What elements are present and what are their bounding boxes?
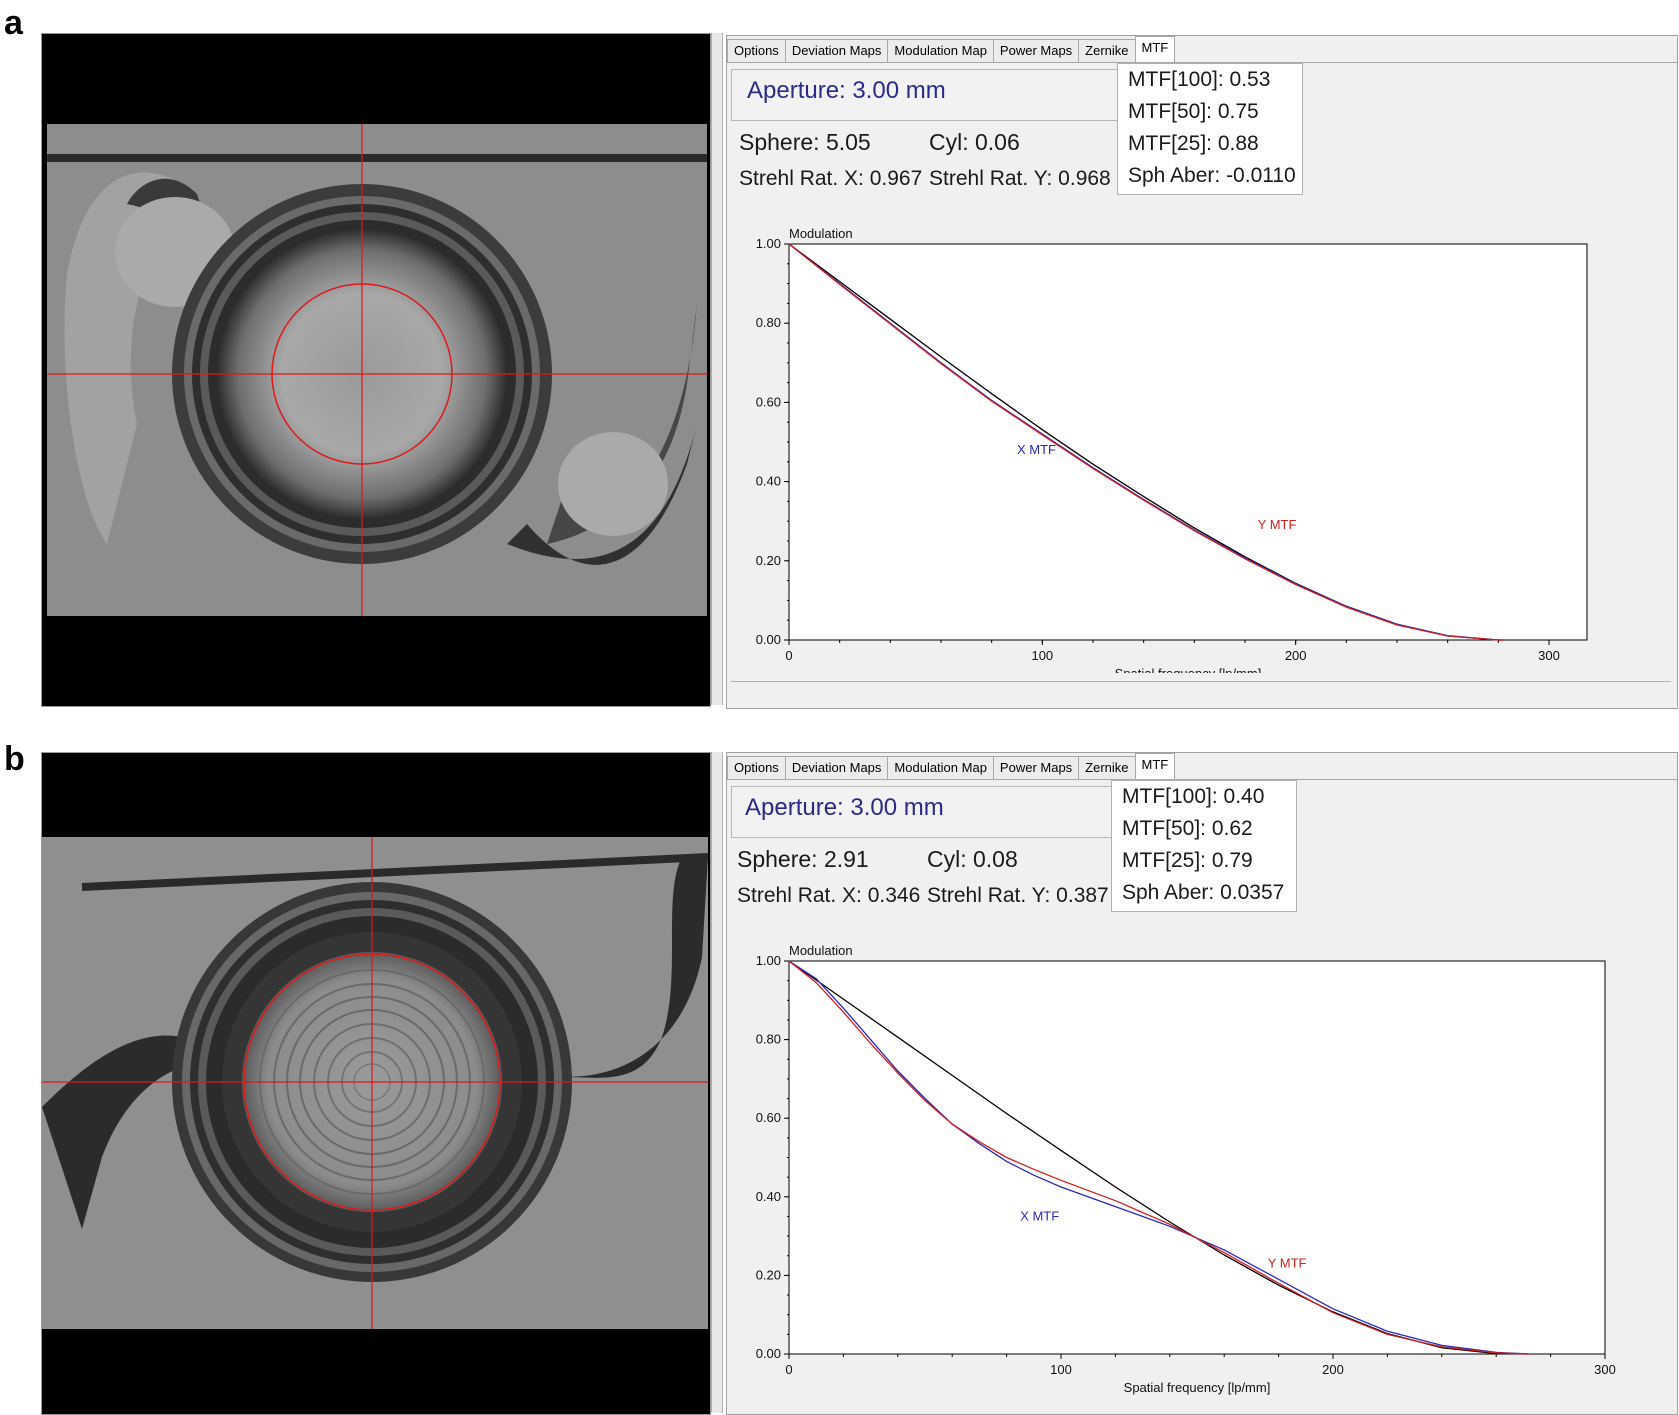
status-strip-a <box>731 681 1671 708</box>
plot-area <box>788 960 1606 1355</box>
tab-modulation-map[interactable]: Modulation Map <box>887 756 994 779</box>
mtf-chart-a: 0.00 0.20 0.40 0.60 0.80 1.00 0 100 200 300 Modula… <box>727 203 1675 673</box>
x-tick-label: 100 <box>1050 1362 1072 1377</box>
lens-image-b <box>42 837 708 1329</box>
y-axis-label: Modulation <box>789 226 853 241</box>
y-tick-label: 0.00 <box>756 1346 781 1361</box>
tab-options[interactable]: Options <box>727 756 786 779</box>
mtf50-value: MTF[50]: 0.75 <box>1128 100 1259 123</box>
lens-photo-a <box>47 124 707 616</box>
tab-options[interactable]: Options <box>727 39 786 62</box>
y-axis-label: Modulation <box>789 943 853 958</box>
tab-power-maps[interactable]: Power Maps <box>992 39 1080 62</box>
y-tick-label: 0.80 <box>756 315 781 330</box>
y-tick-label: 0.40 <box>756 474 781 489</box>
tab-zernike[interactable]: Zernike <box>1078 39 1136 62</box>
mtf100-value: MTF[100]: 0.40 <box>1122 785 1265 808</box>
x-tick-label: 0 <box>785 648 792 663</box>
y-tick-label: 0.60 <box>756 1110 781 1125</box>
series-label-y-mtf: Y MTF <box>1268 1256 1307 1271</box>
mtf-tab-content-b: Aperture: 3.00 mm Sphere: 2.91 Cyl: 0.08… <box>727 779 1677 1414</box>
y-tick-label: 1.00 <box>756 236 781 251</box>
mtf100-value: MTF[100]: 0.53 <box>1128 68 1271 91</box>
aperture-value: Aperture: 3.00 mm <box>745 794 944 821</box>
x-tick-label: 0 <box>785 1362 792 1377</box>
series-label-x-mtf: X MTF <box>1020 1208 1059 1223</box>
strehl-x-value: Strehl Rat. X: 0.967 <box>739 167 923 190</box>
series-label-y-mtf: Y MTF <box>1258 517 1297 532</box>
x-tick-label: 200 <box>1322 1362 1344 1377</box>
mtf-summary-box: MTF[100]: 0.53 MTF[50]: 0.75 MTF[25]: 0.… <box>1117 63 1303 195</box>
x-axis-label: Spatial frequency [lp/mm] <box>1115 666 1262 673</box>
lens-photo-b <box>42 837 708 1329</box>
mtf50-value: MTF[50]: 0.62 <box>1122 817 1253 840</box>
panel-label-b: b <box>4 740 25 778</box>
tab-deviation-maps[interactable]: Deviation Maps <box>784 756 889 779</box>
panel-label-a: a <box>4 4 23 42</box>
sphere-value: Sphere: 2.91 <box>737 846 869 872</box>
x-tick-label: 100 <box>1031 648 1053 663</box>
y-tick-label: 1.00 <box>756 953 781 968</box>
mtf-chart-b: 0.00 0.20 0.40 0.60 0.80 1.00 0 100 200 300 Modula… <box>727 920 1675 1410</box>
y-tick-label: 0.60 <box>756 394 781 409</box>
tab-zernike[interactable]: Zernike <box>1078 756 1136 779</box>
camera-view-a <box>41 33 711 707</box>
mtf25-value: MTF[25]: 0.79 <box>1122 849 1253 872</box>
mtf25-value: MTF[25]: 0.88 <box>1128 132 1259 155</box>
y-tick-label: 0.80 <box>756 1032 781 1047</box>
tab-mtf[interactable]: MTF <box>1134 36 1176 63</box>
strehl-y-value: Strehl Rat. Y: 0.387 <box>927 884 1109 907</box>
analysis-window-b: Options Deviation Maps Modulation Map Po… <box>726 752 1678 1415</box>
mtf-chart-svg-b: 0.00 0.20 0.40 0.60 0.80 1.00 0 100 200 300 Modula… <box>756 943 1616 1395</box>
analysis-window-a: Options Deviation Maps Modulation Map Po… <box>726 35 1678 709</box>
series-label-x-mtf: X MTF <box>1017 442 1056 457</box>
mtf-chart-svg-a: 0.00 0.20 0.40 0.60 0.80 1.00 0 100 200 300 Modula… <box>756 226 1588 673</box>
tab-bar-a: Options Deviation Maps Modulation Map Po… <box>727 36 1176 63</box>
x-tick-label: 300 <box>1594 1362 1616 1377</box>
mtf-summary-box: MTF[100]: 0.40 MTF[50]: 0.62 MTF[25]: 0.… <box>1111 780 1297 912</box>
splitter-a[interactable] <box>711 33 723 705</box>
mtf-tab-content-a: Aperture: 3.00 mm Sphere: 5.05 Cyl: 0.06… <box>727 62 1677 708</box>
cyl-value: Cyl: 0.08 <box>927 846 1018 872</box>
splitter-b[interactable] <box>711 752 723 1413</box>
y-tick-label: 0.20 <box>756 553 781 568</box>
sph-aber-value: Sph Aber: 0.0357 <box>1122 881 1285 904</box>
aperture-value: Aperture: 3.00 mm <box>747 77 946 104</box>
tab-power-maps[interactable]: Power Maps <box>992 756 1080 779</box>
y-tick-label: 0.40 <box>756 1189 781 1204</box>
cyl-value: Cyl: 0.06 <box>929 129 1020 155</box>
strehl-y-value: Strehl Rat. Y: 0.968 <box>929 167 1111 190</box>
plot-area <box>788 243 1588 641</box>
tab-deviation-maps[interactable]: Deviation Maps <box>784 39 889 62</box>
lens-image-a <box>47 124 707 616</box>
x-tick-label: 200 <box>1285 648 1307 663</box>
tab-bar-b: Options Deviation Maps Modulation Map Po… <box>727 753 1176 780</box>
y-tick-label: 0.20 <box>756 1267 781 1282</box>
sph-aber-value: Sph Aber: -0.0110 <box>1128 164 1296 187</box>
strehl-x-value: Strehl Rat. X: 0.346 <box>737 884 921 907</box>
camera-view-b <box>41 752 711 1415</box>
x-tick-label: 300 <box>1538 648 1560 663</box>
tab-mtf[interactable]: MTF <box>1134 753 1176 780</box>
y-tick-label: 0.00 <box>756 632 781 647</box>
x-axis-label: Spatial frequency [lp/mm] <box>1124 1380 1271 1395</box>
sphere-value: Sphere: 5.05 <box>739 129 871 155</box>
tab-modulation-map[interactable]: Modulation Map <box>887 39 994 62</box>
